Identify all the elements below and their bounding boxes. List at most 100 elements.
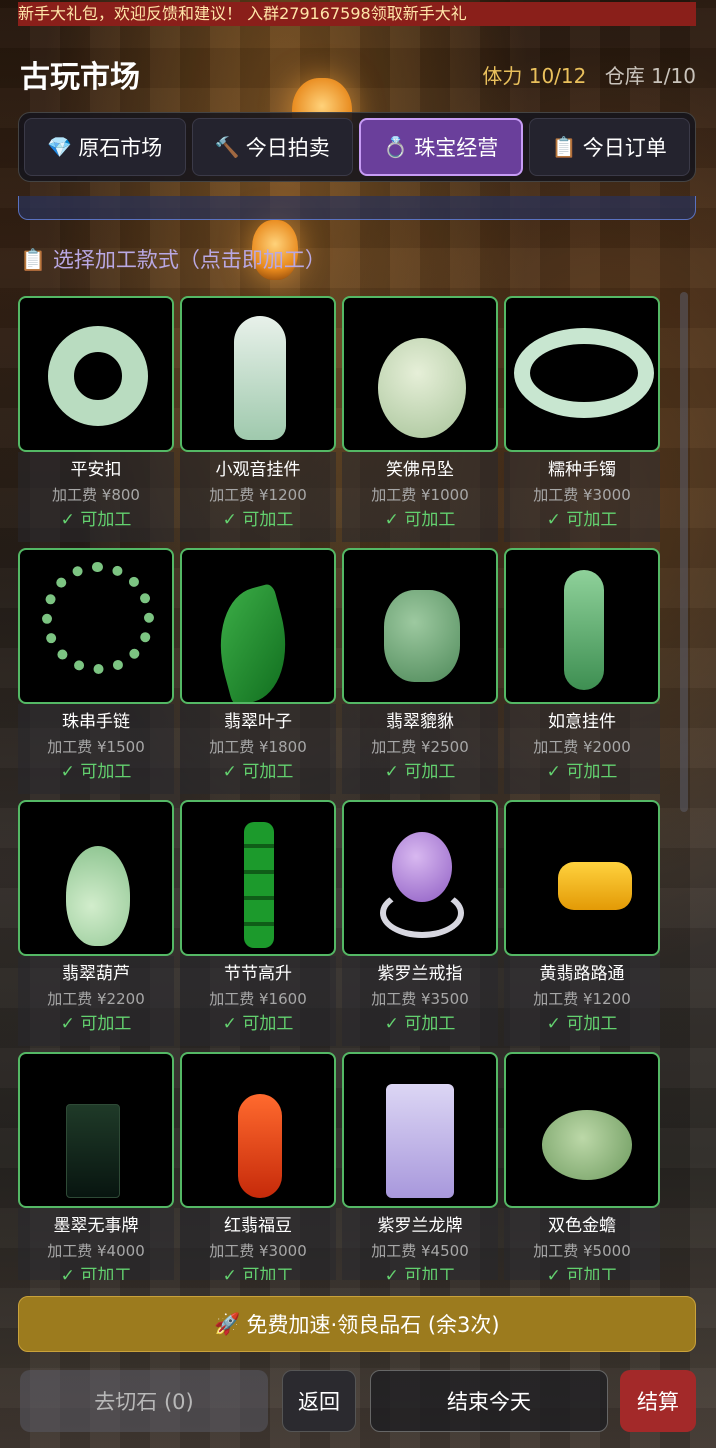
pixiu-icon bbox=[342, 548, 498, 704]
style-name: 紫罗兰戒指 bbox=[377, 964, 463, 984]
golden-toad-icon bbox=[504, 1052, 660, 1208]
free-speedup-button[interactable]: 🚀 免费加速·领良品石 (余3次) bbox=[18, 1296, 696, 1352]
style-card[interactable]: 翡翠叶子 加工费 ¥1800 ✓ 可加工 bbox=[180, 548, 336, 794]
hammer-icon: 🔨 bbox=[214, 135, 240, 159]
available-status: ✓ 可加工 bbox=[60, 762, 132, 782]
available-status: ✓ 可加工 bbox=[384, 1266, 456, 1280]
processing-fee: 加工费 ¥3000 bbox=[209, 1242, 307, 1260]
tab-auction[interactable]: 🔨 今日拍卖 bbox=[191, 118, 353, 176]
tab-raw-stone-market[interactable]: 💎 原石市场 bbox=[24, 118, 186, 176]
available-status: ✓ 可加工 bbox=[60, 1266, 132, 1280]
resource-stats: 体力 10/12 仓库 1/10 bbox=[482, 60, 696, 89]
processing-fee: 加工费 ¥800 bbox=[52, 486, 140, 504]
style-card[interactable]: 紫罗兰龙牌加工费 ¥4500 ✓ 可加工 bbox=[342, 1052, 498, 1280]
style-name: 节节高升 bbox=[224, 964, 292, 984]
available-status: ✓ 可加工 bbox=[60, 1014, 132, 1034]
style-name: 双色金蟾 bbox=[548, 1216, 616, 1236]
style-card[interactable]: 糯种手镯 加工费 ¥3000 ✓ 可加工 bbox=[504, 296, 660, 542]
yellow-barrel-icon bbox=[504, 800, 660, 956]
available-status: ✓ 可加工 bbox=[222, 1266, 294, 1280]
style-name: 红翡福豆 bbox=[224, 1216, 292, 1236]
available-status: ✓ 可加工 bbox=[384, 510, 456, 530]
style-name: 墨翠无事牌 bbox=[53, 1216, 139, 1236]
available-status: ✓ 可加工 bbox=[546, 1266, 618, 1280]
bead-bracelet-icon bbox=[18, 548, 174, 704]
speedup-label: 免费加速·领良品石 (余3次) bbox=[246, 1313, 500, 1337]
style-card[interactable]: 紫罗兰戒指加工费 ¥3500 ✓ 可加工 bbox=[342, 800, 498, 1046]
header: 古玩市场 体力 10/12 仓库 1/10 bbox=[20, 52, 696, 96]
ruyi-pendant-icon bbox=[504, 548, 660, 704]
style-name: 翡翠貔貅 bbox=[386, 712, 454, 732]
style-card[interactable]: 红翡福豆加工费 ¥3000 ✓ 可加工 bbox=[180, 1052, 336, 1280]
style-name: 糯种手镯 bbox=[548, 460, 616, 480]
guanyin-pendant-icon bbox=[180, 296, 336, 452]
processing-fee: 加工费 ¥4500 bbox=[371, 1242, 469, 1260]
section-title-text: 选择加工款式（点击即加工） bbox=[52, 248, 326, 272]
bamboo-pendant-icon bbox=[180, 800, 336, 956]
scrollbar[interactable] bbox=[680, 292, 688, 812]
tab-label: 珠宝经营 bbox=[414, 136, 499, 160]
style-card[interactable]: 节节高升加工费 ¥1600 ✓ 可加工 bbox=[180, 800, 336, 1046]
processing-fee: 加工费 ¥4000 bbox=[47, 1242, 145, 1260]
style-card[interactable]: 黄翡路路通 加工费 ¥1200 ✓ 可加工 bbox=[504, 800, 660, 1046]
processing-fee: 加工费 ¥1000 bbox=[371, 486, 469, 504]
available-status: ✓ 可加工 bbox=[222, 510, 294, 530]
clipboard-icon: 📋 bbox=[551, 135, 577, 159]
buddha-pendant-icon bbox=[342, 296, 498, 452]
red-pea-pod-icon bbox=[180, 1052, 336, 1208]
processing-fee: 加工费 ¥1200 bbox=[209, 486, 307, 504]
gourd-icon bbox=[18, 800, 174, 956]
storage-counter: 仓库 1/10 bbox=[604, 64, 696, 88]
info-panel-edge bbox=[18, 196, 696, 220]
style-name: 如意挂件 bbox=[548, 712, 616, 732]
tab-orders[interactable]: 📋 今日订单 bbox=[528, 118, 690, 176]
style-name: 紫罗兰龙牌 bbox=[377, 1216, 463, 1236]
back-button[interactable]: 返回 bbox=[282, 1370, 356, 1432]
available-status: ✓ 可加工 bbox=[384, 762, 456, 782]
style-name: 小观音挂件 bbox=[215, 460, 301, 480]
processing-fee: 加工费 ¥1500 bbox=[47, 738, 145, 756]
clipboard-icon: 📋 bbox=[20, 248, 47, 272]
cut-stone-button[interactable]: 去切石 (0) bbox=[20, 1370, 268, 1432]
available-status: ✓ 可加工 bbox=[60, 510, 132, 530]
style-card[interactable]: 小观音挂件加工费 ¥1200 ✓ 可加工 bbox=[180, 296, 336, 542]
dark-plaque-icon bbox=[18, 1052, 174, 1208]
dragon-plaque-icon bbox=[342, 1052, 498, 1208]
jade-leaf-icon bbox=[180, 548, 336, 704]
style-card[interactable]: 笑佛吊坠加工费 ¥1000 ✓ 可加工 bbox=[342, 296, 498, 542]
tab-label: 今日订单 bbox=[582, 136, 667, 160]
section-title: 📋 选择加工款式（点击即加工） bbox=[20, 244, 326, 274]
end-day-button[interactable]: 结束今天 bbox=[370, 1370, 608, 1432]
style-card[interactable]: 如意挂件 加工费 ¥2000 ✓ 可加工 bbox=[504, 548, 660, 794]
tab-label: 原石市场 bbox=[78, 136, 163, 160]
style-grid: 平安扣 加工费 ¥800 ✓ 可加工 小观音挂件 加工费 ¥1200 ✓ 可加工 笑佛吊坠加… bbox=[18, 296, 664, 1280]
settle-button[interactable]: 结算 bbox=[620, 1370, 696, 1432]
available-status: ✓ 可加工 bbox=[384, 1014, 456, 1034]
bangle-icon bbox=[504, 296, 660, 452]
stamina-counter: 体力 10/12 bbox=[482, 64, 587, 88]
available-status: ✓ 可加工 bbox=[222, 1014, 294, 1034]
tab-jewelry-business[interactable]: 💍 珠宝经营 bbox=[359, 118, 523, 176]
jade-ring-icon bbox=[18, 296, 174, 452]
diamond-icon: 💎 bbox=[47, 135, 73, 159]
style-name: 翡翠葫芦 bbox=[62, 964, 130, 984]
processing-fee: 加工费 ¥1600 bbox=[209, 990, 307, 1008]
available-status: ✓ 可加工 bbox=[546, 1014, 618, 1034]
style-card[interactable]: 双色金蟾加工费 ¥5000 ✓ 可加工 bbox=[504, 1052, 660, 1280]
page-title: 古玩市场 bbox=[20, 60, 140, 95]
processing-fee: 加工费 ¥2500 bbox=[371, 738, 469, 756]
processing-fee: 加工费 ¥2200 bbox=[47, 990, 145, 1008]
style-card[interactable]: 墨翠无事牌加工费 ¥4000 ✓ 可加工 bbox=[18, 1052, 174, 1280]
processing-fee: 加工费 ¥3000 bbox=[533, 486, 631, 504]
style-card[interactable]: 珠串手链 加工费 ¥1500 ✓ 可加工 bbox=[18, 548, 174, 794]
processing-fee: 加工费 ¥3500 bbox=[371, 990, 469, 1008]
style-name: 翡翠叶子 bbox=[224, 712, 292, 732]
available-status: ✓ 可加工 bbox=[222, 762, 294, 782]
style-name: 笑佛吊坠 bbox=[386, 460, 454, 480]
lavender-ring-icon bbox=[342, 800, 498, 956]
processing-fee: 加工费 ¥5000 bbox=[533, 1242, 631, 1260]
style-card[interactable]: 翡翠葫芦加工费 ¥2200 ✓ 可加工 bbox=[18, 800, 174, 1046]
style-card[interactable]: 翡翠貔貅加工费 ¥2500 ✓ 可加工 bbox=[342, 548, 498, 794]
style-name: 平安扣 bbox=[70, 460, 122, 480]
style-card[interactable]: 平安扣加工费 ¥800 ✓ 可加工 bbox=[18, 296, 174, 542]
